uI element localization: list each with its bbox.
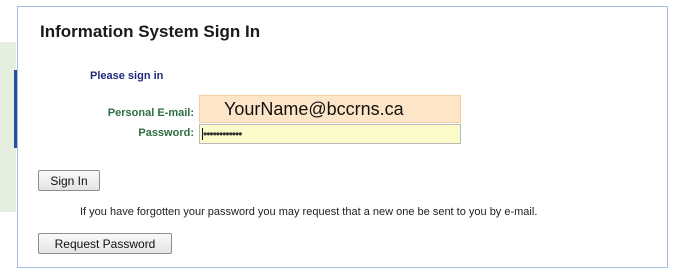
accent-bar: [14, 70, 17, 148]
email-label: Personal E-mail:: [107, 107, 194, 119]
forgot-password-text: If you have forgotten your password you …: [80, 206, 538, 218]
sign-in-button[interactable]: Sign In: [38, 170, 100, 191]
email-field[interactable]: YourName@bccrns.ca: [199, 95, 461, 123]
text-cursor: [202, 128, 203, 140]
request-password-button[interactable]: Request Password: [38, 233, 172, 254]
signin-panel: Information System Sign In Please sign i…: [17, 6, 668, 268]
page-title: Information System Sign In: [40, 22, 261, 41]
password-label: Password:: [138, 127, 194, 139]
password-field[interactable]: ••••••••••••: [199, 124, 461, 144]
signin-subtitle: Please sign in: [90, 70, 164, 82]
